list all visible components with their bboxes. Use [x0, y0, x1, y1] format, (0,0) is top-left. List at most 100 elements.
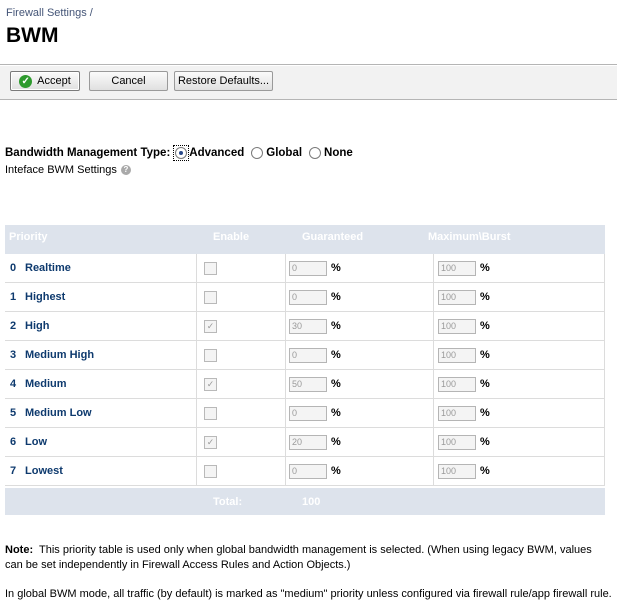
- column-divider: [196, 428, 197, 456]
- priority-table: Priority Enable Guaranteed Maximum\Burst…: [5, 225, 605, 515]
- table-row: 4 Medium ✓ 50% 100%: [5, 370, 605, 399]
- guaranteed-input[interactable]: 0: [289, 406, 327, 421]
- priority-name: Low: [25, 436, 47, 448]
- interface-bwm-settings: Inteface BWM Settings ?: [5, 164, 131, 176]
- guaranteed-percent: %: [331, 291, 341, 303]
- priority-number: 3: [10, 349, 17, 361]
- maximum-burst-input[interactable]: 100: [438, 435, 476, 450]
- enable-checkbox[interactable]: [204, 465, 217, 478]
- column-divider: [604, 457, 605, 485]
- maximum-burst-input[interactable]: 100: [438, 377, 476, 392]
- cancel-button[interactable]: Cancel: [89, 71, 168, 91]
- column-divider: [196, 370, 197, 398]
- maximum-burst-input[interactable]: 100: [438, 348, 476, 363]
- column-divider: [433, 341, 434, 369]
- enable-checkbox[interactable]: [204, 262, 217, 275]
- guaranteed-input[interactable]: 0: [289, 290, 327, 305]
- priority-name: High: [25, 320, 50, 332]
- enable-checkbox[interactable]: ✓: [204, 378, 217, 391]
- column-divider: [285, 341, 286, 369]
- maximum-burst-percent: %: [480, 291, 490, 303]
- table-header: Priority Enable Guaranteed Maximum\Burst: [5, 225, 605, 254]
- enable-checkbox[interactable]: [204, 407, 217, 420]
- column-divider: [285, 370, 286, 398]
- column-divider: [604, 254, 605, 282]
- radio-advanced[interactable]: [173, 145, 190, 161]
- column-divider: [196, 457, 197, 485]
- priority-number: 7: [10, 465, 17, 477]
- enable-checkbox[interactable]: ✓: [204, 436, 217, 449]
- note-text: This priority table is used only when gl…: [5, 544, 592, 571]
- column-divider: [196, 254, 197, 282]
- interface-bwm-settings-label: Inteface BWM Settings: [5, 164, 117, 176]
- enable-checkbox[interactable]: [204, 291, 217, 304]
- column-divider: [433, 283, 434, 311]
- radio-global-label[interactable]: Global: [266, 147, 302, 159]
- guaranteed-input[interactable]: 0: [289, 261, 327, 276]
- guaranteed-input[interactable]: 0: [289, 348, 327, 363]
- maximum-burst-input[interactable]: 100: [438, 406, 476, 421]
- table-row: 0 Realtime 0% 100%: [5, 254, 605, 283]
- table-row: 3 Medium High 0% 100%: [5, 341, 605, 370]
- column-divider: [604, 370, 605, 398]
- table-row: 6 Low ✓ 20% 100%: [5, 428, 605, 457]
- breadcrumb[interactable]: Firewall Settings /: [6, 7, 93, 19]
- column-divider: [433, 312, 434, 340]
- table-body: 0 Realtime 0% 100% 1 Highest 0% 100% 2 High ✓ 30% 10…: [5, 254, 605, 486]
- bwm-type-label: Bandwidth Management Type:: [5, 147, 171, 159]
- priority-number: 0: [10, 262, 17, 274]
- column-divider: [285, 283, 286, 311]
- guaranteed-percent: %: [331, 378, 341, 390]
- note-label: Note:: [5, 544, 34, 556]
- header-enable: Enable: [213, 231, 250, 243]
- maximum-burst-input[interactable]: 100: [438, 464, 476, 479]
- guaranteed-input[interactable]: 20: [289, 435, 327, 450]
- column-divider: [196, 283, 197, 311]
- maximum-burst-input[interactable]: 100: [438, 319, 476, 334]
- priority-number: 2: [10, 320, 17, 332]
- column-divider: [604, 283, 605, 311]
- column-divider: [604, 399, 605, 427]
- radio-none[interactable]: [309, 147, 322, 159]
- radio-none-label[interactable]: None: [324, 147, 353, 159]
- toolbar-bottom-divider: [0, 99, 617, 100]
- maximum-burst-input[interactable]: 100: [438, 261, 476, 276]
- column-divider: [604, 341, 605, 369]
- radio-global[interactable]: [251, 147, 264, 159]
- priority-name: Medium High: [25, 349, 95, 361]
- maximum-burst-percent: %: [480, 407, 490, 419]
- column-divider: [433, 254, 434, 282]
- help-icon[interactable]: ?: [120, 165, 131, 175]
- priority-name: Lowest: [25, 465, 63, 477]
- check-circle-icon: ✓: [19, 74, 33, 88]
- guaranteed-percent: %: [331, 407, 341, 419]
- enable-checkbox[interactable]: ✓: [204, 320, 217, 333]
- column-divider: [433, 457, 434, 485]
- priority-number: 5: [10, 407, 17, 419]
- enable-checkbox[interactable]: [204, 349, 217, 362]
- guaranteed-percent: %: [331, 465, 341, 477]
- header-maximum-burst: Maximum\Burst: [428, 231, 511, 243]
- priority-number: 4: [10, 378, 17, 390]
- table-footer: Total: 100: [5, 488, 605, 515]
- accept-label: Accept: [37, 75, 71, 87]
- column-divider: [433, 428, 434, 456]
- radio-advanced-label[interactable]: Advanced: [189, 147, 244, 159]
- guaranteed-input[interactable]: 50: [289, 377, 327, 392]
- maximum-burst-input[interactable]: 100: [438, 290, 476, 305]
- table-row: 7 Lowest 0% 100%: [5, 457, 605, 486]
- guaranteed-input[interactable]: 30: [289, 319, 327, 334]
- page-title: BWM: [6, 24, 59, 47]
- column-divider: [285, 312, 286, 340]
- maximum-burst-percent: %: [480, 349, 490, 361]
- restore-defaults-button[interactable]: Restore Defaults...: [174, 71, 273, 91]
- guaranteed-percent: %: [331, 262, 341, 274]
- maximum-burst-percent: %: [480, 378, 490, 390]
- column-divider: [285, 428, 286, 456]
- total-value: 100: [302, 496, 321, 508]
- total-label: Total:: [213, 496, 243, 508]
- column-divider: [196, 341, 197, 369]
- priority-number: 6: [10, 436, 17, 448]
- accept-button[interactable]: ✓ Accept: [10, 71, 80, 91]
- guaranteed-input[interactable]: 0: [289, 464, 327, 479]
